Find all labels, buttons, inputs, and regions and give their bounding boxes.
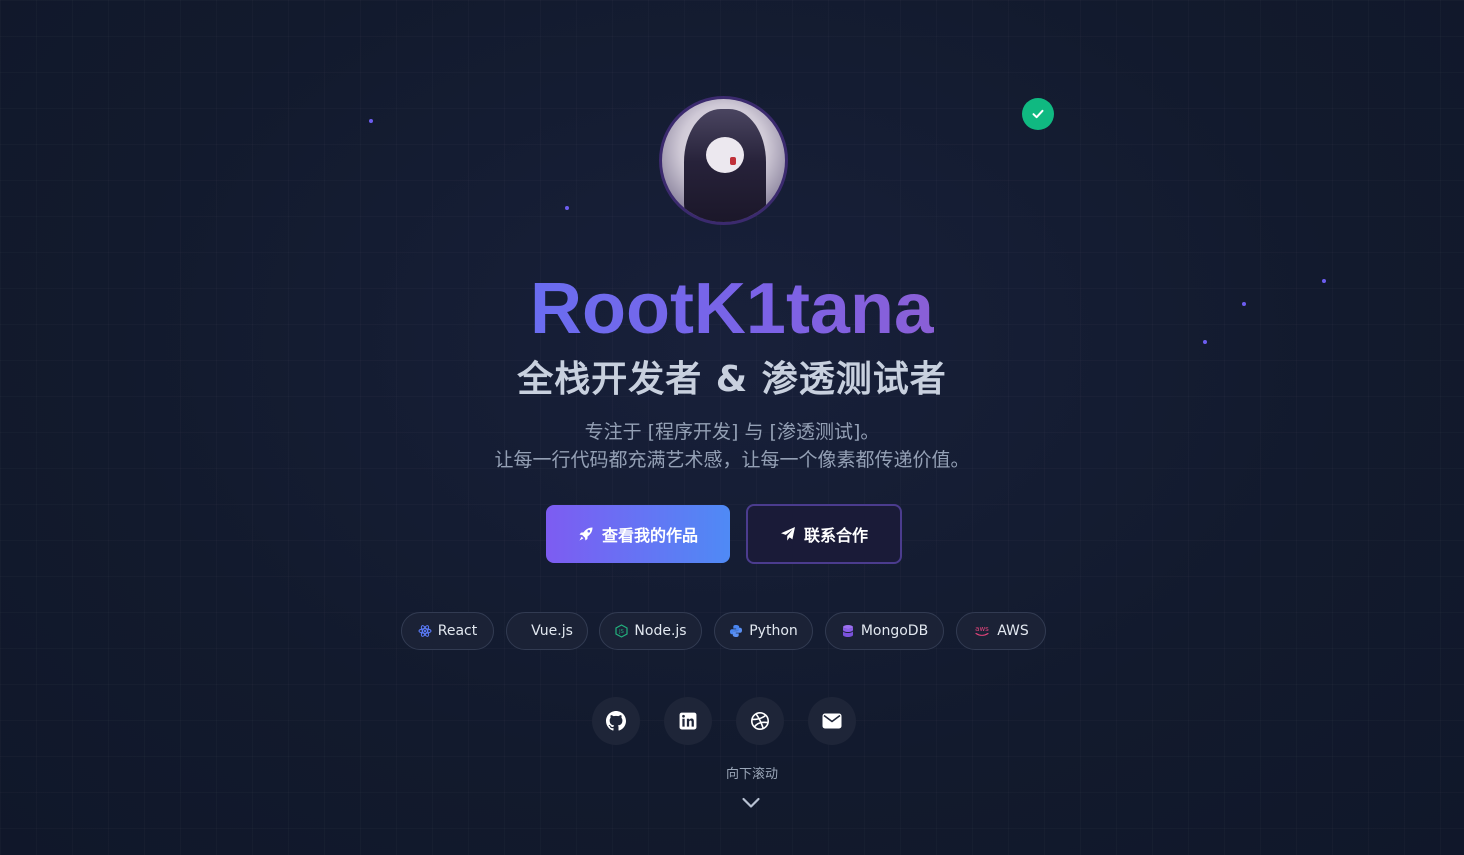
tech-stack-tags: React Vue.js JS Node.js Python MongoDB a… — [0, 612, 1464, 650]
contact-button[interactable]: 联系合作 — [746, 504, 902, 564]
avatar-accent — [730, 157, 736, 165]
dribbble-icon — [751, 712, 769, 730]
tag-label: Node.js — [634, 623, 687, 639]
dribbble-link[interactable] — [736, 697, 784, 745]
tag-label: Vue.js — [531, 623, 573, 639]
github-icon — [606, 711, 626, 731]
tag-python[interactable]: Python — [714, 612, 813, 650]
verified-badge — [1022, 98, 1054, 130]
svg-text:aws: aws — [975, 625, 989, 633]
nodejs-icon: JS — [614, 624, 628, 638]
avatar-face — [706, 137, 744, 173]
chevron-down-icon[interactable] — [741, 796, 761, 810]
view-works-label: 查看我的作品 — [601, 526, 698, 545]
tag-label: React — [437, 623, 478, 639]
aws-icon: aws — [973, 624, 991, 638]
tag-label: AWS — [997, 623, 1029, 639]
page-title: RootK1tana — [0, 268, 1464, 350]
tag-vue[interactable]: Vue.js — [506, 612, 588, 650]
github-link[interactable] — [592, 697, 640, 745]
svg-text:JS: JS — [618, 629, 624, 635]
tag-label: Python — [749, 623, 798, 639]
python-icon — [729, 624, 743, 638]
vue-icon — [521, 624, 525, 638]
hero-name: RootK1tana — [529, 269, 934, 349]
contact-label: 联系合作 — [803, 526, 868, 545]
particle-dot — [369, 119, 373, 123]
particle-dot — [565, 206, 569, 210]
tag-label: MongoDB — [860, 623, 929, 639]
hero-section: RootK1tana 全栈开发者 & 渗透测试者 专注于 [程序开发] 与 [渗… — [0, 0, 1464, 855]
hero-subtitle: 全栈开发者 & 渗透测试者 — [517, 359, 947, 400]
linkedin-icon — [679, 712, 697, 730]
tag-react[interactable]: React — [401, 612, 494, 650]
scroll-hint-label: 向下滚动 — [725, 767, 778, 782]
check-icon — [1032, 109, 1044, 119]
linkedin-link[interactable] — [664, 697, 712, 745]
tag-mongodb[interactable]: MongoDB — [825, 612, 944, 650]
hero-description-line2: 让每一行代码都充满艺术感，让每一个像素都传递价值。 — [494, 449, 970, 471]
email-link[interactable] — [808, 697, 856, 745]
mongodb-icon — [841, 624, 855, 638]
tag-aws[interactable]: aws AWS — [956, 612, 1046, 650]
email-icon — [822, 713, 842, 729]
paper-plane-icon — [780, 527, 795, 541]
react-icon — [418, 624, 432, 638]
tag-nodejs[interactable]: JS Node.js — [599, 612, 702, 650]
avatar — [659, 96, 788, 225]
view-works-button[interactable]: 查看我的作品 — [546, 505, 730, 563]
rocket-icon — [579, 527, 593, 541]
hero-description-line1: 专注于 [程序开发] 与 [渗透测试]。 — [584, 421, 880, 443]
